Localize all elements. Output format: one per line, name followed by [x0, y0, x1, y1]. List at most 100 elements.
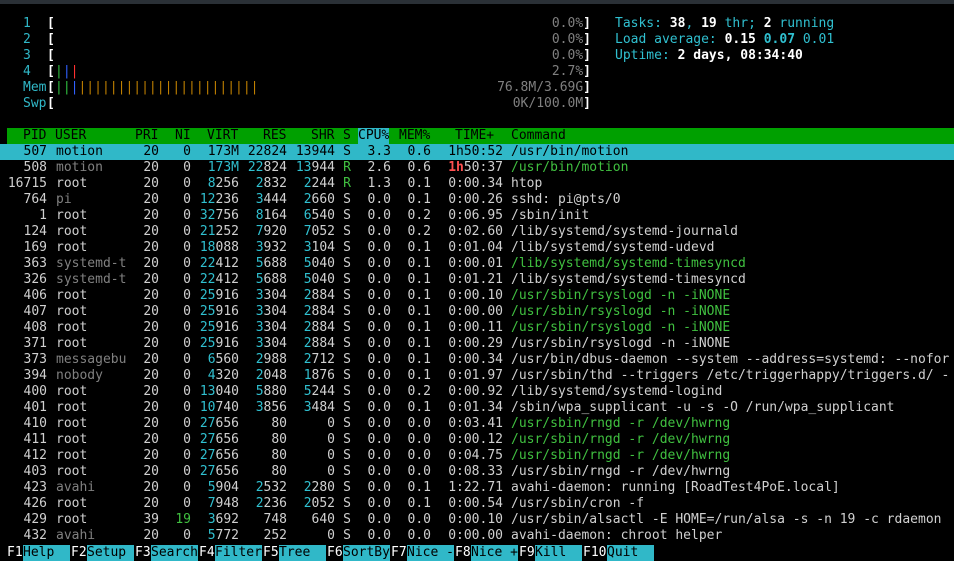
table-row[interactable]: 373 messagebu 20 0 6560 2988 2712 S 0.0 0.1 0:00.3… — [0, 352, 954, 368]
meter-bar: |||||||||||||||||||||||||| — [55, 80, 259, 96]
cell-time: 0:00.12 — [448, 432, 503, 447]
cell-virt: 173M — [207, 160, 239, 175]
cell-mem: 0.1 — [407, 176, 431, 191]
table-row[interactable]: 429 root 39 19 3692 748 640 S 0.0 0.0 0:00.10/usr/… — [0, 512, 954, 528]
cell-shr: 1876 — [303, 368, 335, 383]
cell-pri: 20 — [143, 144, 159, 159]
cell-time: 0:00.01 — [448, 256, 503, 271]
cell-res: 5688 — [255, 256, 287, 271]
fkey-f10[interactable]: F10 — [583, 545, 606, 561]
cell-pid: 373 — [23, 352, 47, 367]
cell-shr: 2244 — [303, 176, 335, 191]
table-row[interactable]: 16715 root 20 0 8256 2832 2244 R 1.3 0.1 0:00.34 ht… — [0, 176, 954, 192]
cell-cpu: 0.0 — [367, 528, 391, 543]
fkey-label-f1[interactable]: Help — [23, 545, 70, 561]
table-row[interactable]: 403 root 20 0 27656 80 0 S 0.0 0.0 0:08.33/usr/sbi… — [0, 464, 954, 480]
table-row[interactable]: 406 root 20 0 25916 3304 2884 S 0.0 0.1 0:00.10/us… — [0, 288, 954, 304]
col-cpu-sorted[interactable]: CPU% — [358, 128, 390, 144]
table-row[interactable]: 169 root 20 0 18088 3932 3104 S 0.0 0.1 0:01.04/li… — [0, 240, 954, 256]
table-row[interactable]: 408 root 20 0 25916 3304 2884 S 0.0 0.1 0:00.11/us… — [0, 320, 954, 336]
col-mem[interactable]: MEM% — [399, 128, 430, 144]
fkey-f1[interactable]: F1 — [7, 545, 23, 561]
fkey-f4[interactable]: F4 — [199, 545, 215, 561]
cell-res: 3856 — [255, 400, 287, 415]
table-row[interactable]: 363 systemd-t 20 0 22412 5688 5040 S 0.0 0.1 0:00.… — [0, 256, 954, 272]
col-user[interactable]: USER — [55, 128, 86, 144]
col-command[interactable]: Command — [511, 128, 566, 144]
table-row[interactable]: 423 avahi 20 0 5904 2532 2280 S 0.0 0.1 1:22.71 ava… — [0, 480, 954, 496]
table-row[interactable]: 508 motion 20 0 173M 22824 13944 R 2.6 0.6 1h50:37… — [0, 160, 954, 176]
cell-command: /usr/sbin/rsyslogd -n -iNONE — [511, 336, 731, 351]
cell-command: /usr/sbin/rsyslogd -n -iNONE — [511, 304, 731, 319]
fkey-f9[interactable]: F9 — [519, 545, 535, 561]
cell-cpu: 0.0 — [367, 224, 391, 239]
fkey-f2[interactable]: F2 — [71, 545, 87, 561]
table-row[interactable]: 401 root 20 0 10740 3856 3484 S 0.0 0.1 0:01.34/sb… — [0, 400, 954, 416]
fkey-label-f7[interactable]: Nice - — [407, 545, 454, 561]
cell-pid: 363 — [23, 256, 47, 271]
col-time[interactable]: TIME+ — [455, 128, 494, 144]
fkey-label-f9[interactable]: Kill — [535, 545, 582, 561]
fkey-label-f5[interactable]: Tree — [279, 545, 326, 561]
col-ni[interactable]: NI — [175, 128, 191, 144]
fkey-f7[interactable]: F7 — [391, 545, 407, 561]
cell-command: /lib/systemd/systemd-timesyncd — [511, 256, 746, 271]
cell-shr: 7052 — [303, 224, 335, 239]
table-row[interactable]: 394 nobody 20 0 4320 2048 1876 S 0.0 0.1 0:01.97/u… — [0, 368, 954, 384]
cell-command: /lib/systemd/systemd-logind — [511, 384, 723, 399]
col-state[interactable]: S — [343, 128, 351, 144]
cell-time: 1:22.71 — [448, 480, 503, 495]
cell-shr: 2660 — [303, 192, 335, 207]
table-row[interactable]: 507 motion 20 0 173M 22824 13944 S 3.3 0.6 1h50:52… — [0, 144, 954, 160]
table-row[interactable]: 400 root 20 0 13040 5880 5244 S 0.0 0.2 0:00.92/li… — [0, 384, 954, 400]
fkey-f3[interactable]: F3 — [135, 545, 151, 561]
col-pid[interactable]: PID — [23, 128, 46, 144]
table-row[interactable]: 411 root 20 0 27656 80 0 S 0.0 0.0 0:00.12/usr/sbi… — [0, 432, 954, 448]
table-row[interactable]: 764 pi 20 0 12236 3444 2660 S 0.0 0.1 0:00.26 sshd:… — [0, 192, 954, 208]
fkey-label-f6[interactable]: SortBy — [343, 545, 390, 561]
table-row[interactable]: 1 root 20 0 32756 8164 6540 S 0.0 0.2 0:06.95/sbin… — [0, 208, 954, 224]
cell-pri: 20 — [143, 304, 159, 319]
fkey-f5[interactable]: F5 — [263, 545, 279, 561]
fkey-f8[interactable]: F8 — [455, 545, 471, 561]
cell-time: 0:00.34 — [448, 176, 503, 191]
cell-command: /usr/sbin/rngd -r /dev/hwrng — [511, 416, 731, 431]
fkey-label-f8[interactable]: Nice + — [471, 545, 518, 561]
table-row[interactable]: 407 root 20 0 25916 3304 2884 S 0.0 0.1 0:00.00/us… — [0, 304, 954, 320]
fkey-label-f4[interactable]: Filter — [215, 545, 262, 561]
meter-label: Mem — [23, 80, 47, 95]
table-row[interactable]: 432 avahi 20 0 5772 252 0 S 0.0 0.0 0:00.00 avahi-d… — [0, 528, 954, 544]
cell-cpu: 0.0 — [367, 304, 391, 319]
cell-time: 0:00.26 — [448, 192, 503, 207]
cell-cpu: 0.0 — [367, 352, 391, 367]
cell-state: S — [343, 512, 351, 527]
cell-virt: 22412 — [199, 256, 239, 271]
fkey-label-f10[interactable]: Quit — [607, 545, 654, 561]
cell-shr: 2884 — [303, 320, 335, 335]
col-shr[interactable]: SHR — [311, 128, 334, 144]
table-row[interactable]: 371 root 20 0 25916 3304 2884 S 0.0 0.1 0:00.29/us… — [0, 336, 954, 352]
cell-ni: 0 — [183, 256, 191, 271]
col-virt[interactable]: VIRT — [207, 128, 238, 144]
cell-ni: 0 — [183, 432, 191, 447]
cell-state: S — [343, 368, 351, 383]
cell-pid: 407 — [23, 304, 47, 319]
table-row[interactable]: 124 root 20 0 21252 7920 7052 S 0.0 0.2 0:02.60/li… — [0, 224, 954, 240]
fkey-label-f2[interactable]: Setup — [87, 545, 134, 561]
table-row[interactable]: 410 root 20 0 27656 80 0 S 0.0 0.0 0:03.41/usr/sbi… — [0, 416, 954, 432]
col-res[interactable]: RES — [263, 128, 286, 144]
uptime-value: 2 days, 08:34:40 — [677, 48, 803, 63]
cell-ni: 0 — [183, 288, 191, 303]
cell-virt: 18088 — [199, 240, 239, 255]
col-pri[interactable]: PRI — [135, 128, 158, 144]
table-row[interactable]: 412 root 20 0 27656 80 0 S 0.0 0.0 0:04.75/usr/sbi… — [0, 448, 954, 464]
cell-user: systemd-t — [56, 256, 127, 271]
table-row[interactable]: 326 systemd-t 20 0 22412 5688 5040 S 0.0 0.1 0:01.… — [0, 272, 954, 288]
threads-label: thr; — [716, 16, 764, 31]
fkey-label-f3[interactable]: Search — [151, 545, 198, 561]
cell-cpu: 0.0 — [367, 192, 391, 207]
cell-mem: 0.1 — [407, 272, 431, 287]
fkey-f6[interactable]: F6 — [327, 545, 343, 561]
cell-cpu: 0.0 — [367, 496, 391, 511]
table-row[interactable]: 426 root 20 0 7948 2236 2052 S 0.0 0.1 0:00.54/usr… — [0, 496, 954, 512]
